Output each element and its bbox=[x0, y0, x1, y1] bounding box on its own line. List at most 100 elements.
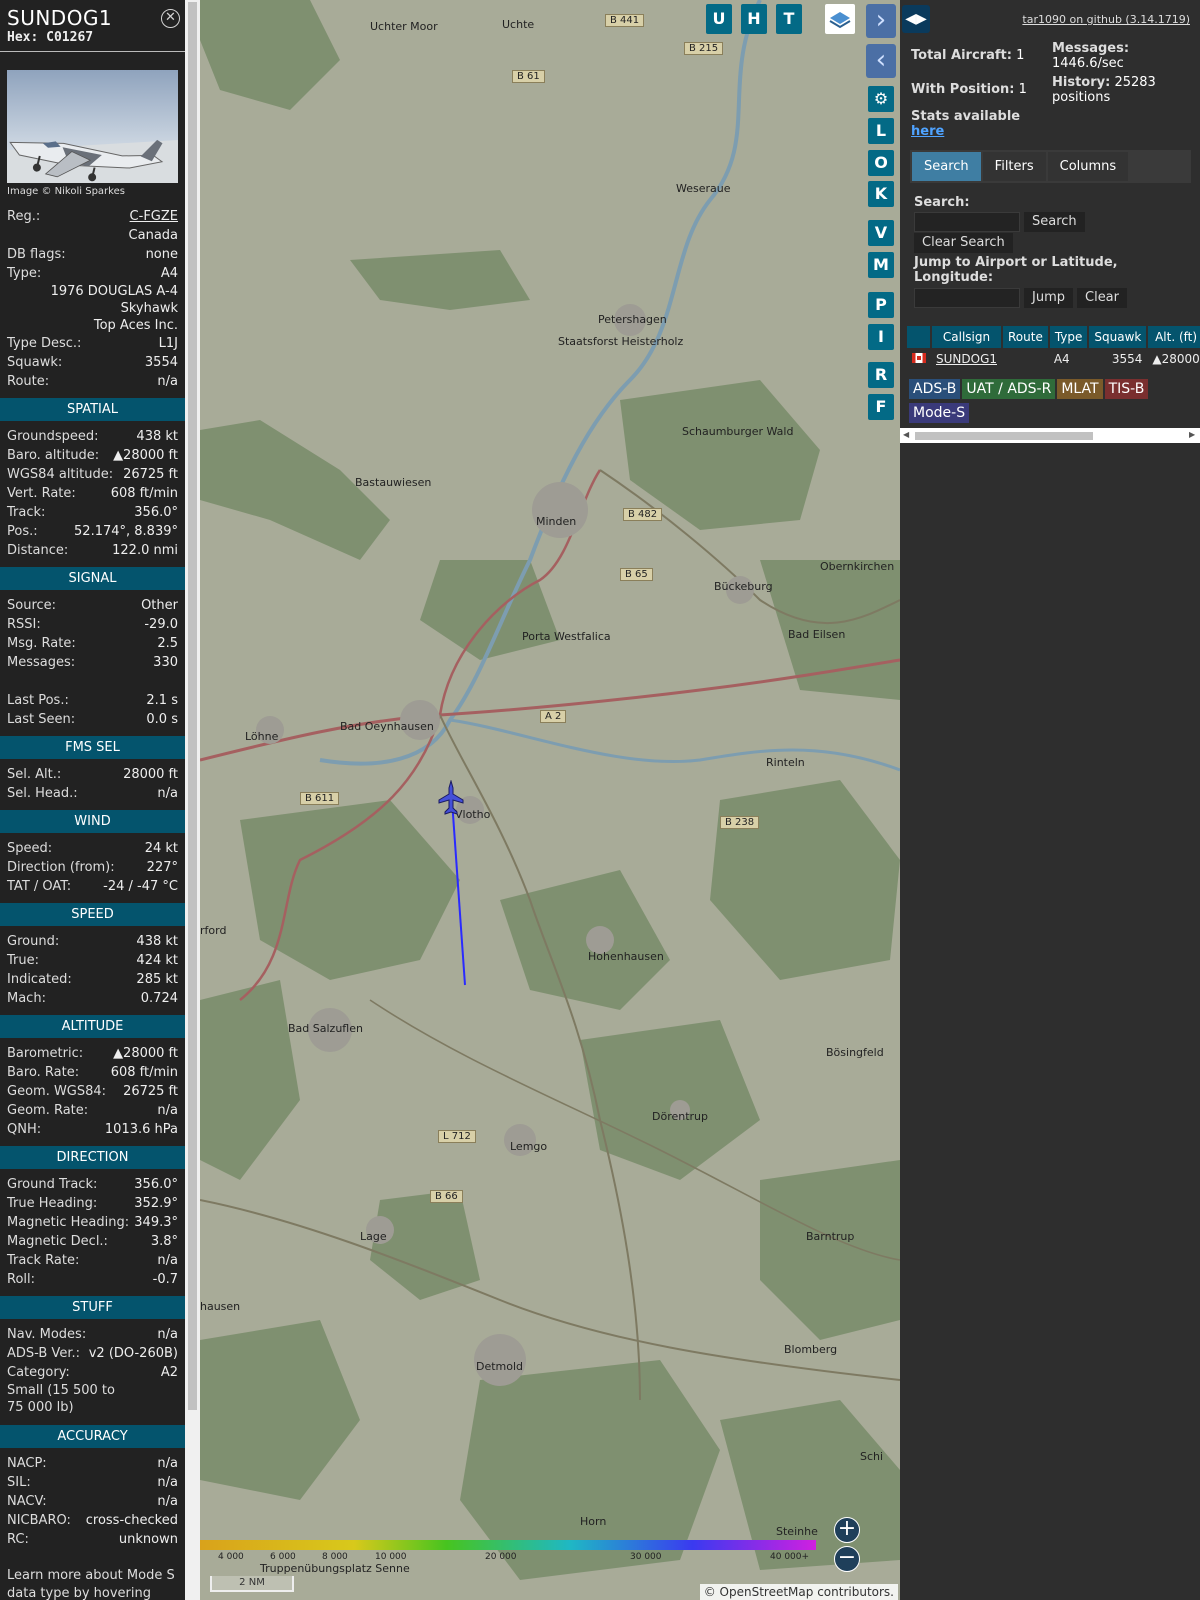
map-button-f[interactable]: F bbox=[868, 394, 894, 420]
map-place-label: Detmold bbox=[476, 1360, 524, 1373]
section-header-direction: DIRECTION bbox=[0, 1146, 185, 1169]
altitude-scale-label: 8 000 bbox=[322, 1552, 348, 1562]
info-row-value: 26725 ft bbox=[123, 467, 178, 482]
info-row: Direction (from): 227° bbox=[0, 858, 185, 877]
column-header[interactable]: Callsign bbox=[931, 326, 1003, 348]
map-place-label: hausen bbox=[200, 1300, 241, 1313]
info-row-label: DB flags: bbox=[7, 247, 66, 262]
map-button-l[interactable]: L bbox=[868, 118, 894, 144]
info-row-value: 52.174°, 8.839° bbox=[74, 524, 178, 539]
clear-search-button[interactable]: Clear Search bbox=[914, 233, 1013, 253]
table-row[interactable]: SUNDOG1 A4 3554 ▲28000 bbox=[907, 348, 1200, 370]
column-header[interactable]: Alt. (ft) bbox=[1147, 326, 1200, 348]
info-row-label: NACV: bbox=[7, 1494, 47, 1509]
map-place-label: Porta Westfalica bbox=[522, 630, 611, 643]
info-scroll-area[interactable]: SUNDOG1 Hex: C01267 ✕ Image © Nikoli Spa… bbox=[0, 0, 185, 1600]
map-button-m[interactable]: M bbox=[868, 252, 894, 278]
source-legend: ADS-B UAT / ADS-R MLAT TIS-B Mode-S bbox=[900, 370, 1200, 425]
zoom-in-button[interactable]: + bbox=[834, 1517, 860, 1543]
map-button-i[interactable]: I bbox=[868, 324, 894, 350]
map-place-label: B 66 bbox=[430, 1190, 463, 1203]
tab-search[interactable]: Search bbox=[912, 152, 981, 181]
map-button-t[interactable]: T bbox=[776, 4, 802, 34]
clear-jump-button[interactable]: Clear bbox=[1077, 288, 1127, 308]
info-row-value: Canada bbox=[128, 228, 178, 243]
column-header[interactable] bbox=[907, 326, 932, 348]
map-button-u[interactable]: U bbox=[706, 4, 732, 34]
scrollbar-thumb[interactable] bbox=[188, 2, 197, 1410]
map-button-r[interactable]: R bbox=[868, 362, 894, 388]
info-row-label: Geom. WGS84: bbox=[7, 1084, 107, 1099]
gear-icon[interactable]: ⚙ bbox=[868, 86, 894, 112]
close-circle-icon[interactable]: ✕ bbox=[161, 9, 180, 28]
aircraft-marker-icon[interactable] bbox=[438, 780, 464, 816]
registration-link[interactable]: C-FGZE bbox=[130, 207, 178, 226]
tab-filters[interactable]: Filters bbox=[982, 152, 1046, 181]
info-row-value: 3.8° bbox=[150, 1234, 178, 1249]
map-place-label: L 712 bbox=[438, 1130, 476, 1143]
map-place-label: Horn bbox=[580, 1515, 607, 1528]
map-place-label: rford bbox=[200, 924, 227, 937]
chevron-right-icon[interactable]: › bbox=[866, 4, 896, 38]
map-button-p[interactable]: P bbox=[868, 292, 894, 318]
info-row-label: Source: bbox=[7, 598, 57, 613]
info-row-value: 122.0 nmi bbox=[112, 543, 178, 558]
info-row-value: n/a bbox=[157, 1253, 178, 1268]
map-place-label: Bad Oeynhausen bbox=[340, 720, 434, 733]
info-row: NACV: n/a bbox=[0, 1492, 185, 1511]
scrollbar-thumb[interactable] bbox=[915, 432, 1093, 440]
info-row-value: none bbox=[145, 247, 178, 262]
zoom-out-button[interactable]: − bbox=[834, 1546, 860, 1572]
github-link[interactable]: tar1090 on github (3.14.1719) bbox=[1022, 13, 1190, 26]
chevron-left-icon[interactable]: ‹ bbox=[866, 44, 896, 78]
source-legend-item: ADS-B bbox=[909, 379, 961, 399]
info-row-value: 330 bbox=[153, 655, 178, 670]
info-row: Last Pos.: 2.1 s bbox=[0, 691, 185, 710]
cell-route bbox=[1002, 348, 1049, 370]
info-row: Source: Other bbox=[0, 596, 185, 615]
tab-columns[interactable]: Columns bbox=[1047, 152, 1129, 181]
jump-button[interactable]: Jump bbox=[1024, 288, 1073, 308]
map-place-label: Steinhe bbox=[776, 1525, 818, 1538]
info-row-value: 608 ft/min bbox=[110, 1065, 178, 1080]
section-header-stuff: STUFF bbox=[0, 1296, 185, 1319]
info-row-label: Baro. Rate: bbox=[7, 1065, 80, 1080]
column-header[interactable]: Route bbox=[1002, 326, 1050, 348]
jump-label: Jump to Airport or Latitude, Longitude: bbox=[914, 255, 1118, 285]
cell-squawk: 3554 bbox=[1111, 352, 1143, 366]
aircraft-photo[interactable] bbox=[7, 70, 178, 183]
info-row-label: RSSI: bbox=[7, 617, 41, 632]
map-button-h[interactable]: H bbox=[741, 4, 767, 34]
info-row-value: 424 kt bbox=[136, 953, 178, 968]
info-row: Squawk: 3554 bbox=[0, 353, 185, 372]
search-input[interactable] bbox=[914, 212, 1020, 232]
search-button[interactable]: Search bbox=[1024, 212, 1085, 232]
info-row: Geom. WGS84: 26725 ft bbox=[0, 1082, 185, 1101]
table-horizontal-scrollbar[interactable]: ◀ ▶ bbox=[900, 428, 1200, 443]
column-header[interactable]: Type bbox=[1048, 326, 1090, 348]
map-button-v[interactable]: V bbox=[868, 220, 894, 246]
info-row-label: Baro. altitude: bbox=[7, 448, 100, 463]
info-row-value: 438 kt bbox=[136, 429, 178, 444]
info-row: Roll: -0.7 bbox=[0, 1270, 185, 1289]
stats-link[interactable]: here bbox=[911, 124, 944, 139]
info-row-label: Msg. Rate: bbox=[7, 636, 76, 651]
map-place-label: Bastauwiesen bbox=[355, 476, 432, 489]
scroll-left-icon[interactable]: ◀ bbox=[903, 430, 911, 439]
info-row-label: Type Desc.: bbox=[7, 336, 82, 351]
section-header-speed: SPEED bbox=[0, 903, 185, 926]
layers-icon[interactable] bbox=[825, 4, 855, 34]
jump-input[interactable] bbox=[914, 288, 1020, 308]
left-right-arrows-icon[interactable]: ◀▶ bbox=[902, 5, 930, 33]
learn-more-text: Learn more about Mode S data type by hov… bbox=[7, 1568, 175, 1600]
info-scrollbar[interactable] bbox=[185, 0, 200, 1600]
map-view[interactable]: Uchte Uchter Moor B 441 B 215 B 61 Weseraue Pe… bbox=[200, 0, 900, 1600]
info-row-value: -29.0 bbox=[144, 617, 178, 632]
map-button-o[interactable]: O bbox=[868, 150, 894, 176]
info-row-value: -0.7 bbox=[152, 1272, 178, 1287]
info-row: Mach: 0.724 bbox=[0, 989, 185, 1008]
column-header[interactable]: Squawk bbox=[1088, 326, 1149, 348]
osm-link[interactable]: OpenStreetMap bbox=[720, 1585, 814, 1599]
scroll-right-icon[interactable]: ▶ bbox=[1189, 430, 1197, 439]
map-button-k[interactable]: K bbox=[868, 181, 894, 207]
